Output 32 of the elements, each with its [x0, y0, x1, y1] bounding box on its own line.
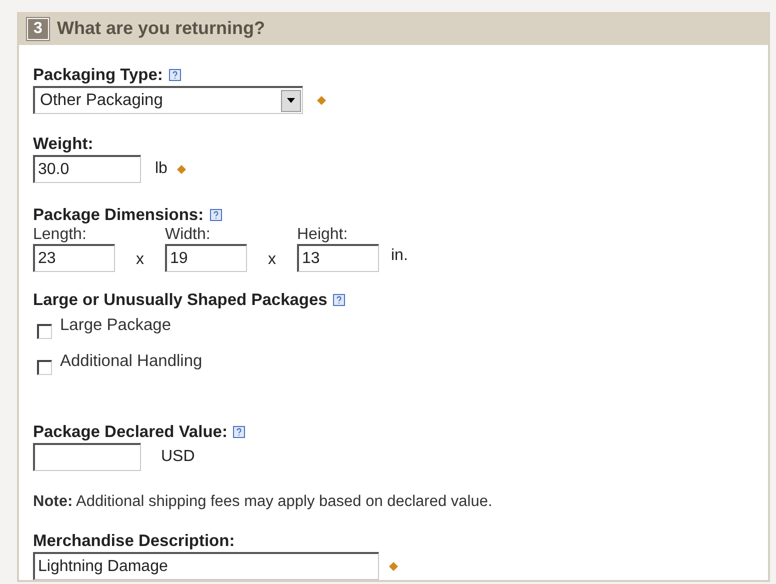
times-sign: x [135, 250, 145, 270]
help-icon[interactable] [233, 426, 246, 438]
help-icon[interactable] [333, 294, 346, 306]
step-number: 3 [27, 18, 49, 40]
checkbox-label[interactable]: Additional Handling [60, 352, 202, 371]
help-icon[interactable] [168, 69, 181, 81]
dimension-field[interactable]: 13 [297, 244, 379, 272]
times-sign: x [267, 250, 277, 270]
dimension-label: Width: [165, 226, 212, 244]
input-field[interactable] [33, 443, 141, 471]
field-label: Package Dimensions: [33, 205, 204, 225]
dimension-field[interactable]: 19 [165, 244, 247, 272]
note-text: Note: Additional shipping fees may apply based on declared value. [33, 493, 494, 511]
unit-label: USD [161, 448, 195, 466]
input-field[interactable]: 30.0 [33, 155, 141, 183]
checkbox-label[interactable]: Large Package [60, 316, 171, 335]
field-label: Package Declared Value: [33, 422, 228, 442]
section-title: What are you returning? [57, 18, 266, 39]
packaging-select[interactable]: Other Packaging [33, 86, 303, 114]
dimension-field[interactable]: 23 [33, 244, 115, 272]
checkbox[interactable] [37, 360, 52, 375]
field-label: Packaging Type: [33, 65, 163, 85]
input-field[interactable]: Lightning Damage [33, 552, 379, 580]
checkbox[interactable] [37, 324, 52, 339]
help-icon[interactable] [210, 209, 222, 221]
dimension-label: Length: [33, 226, 88, 244]
field-label: Merchandise Description: [33, 531, 235, 551]
dimension-label: Height: [297, 226, 349, 244]
field-label: Large or Unusually Shaped Packages [33, 290, 328, 310]
field-label: Weight: [33, 134, 94, 154]
unit-label: lb [155, 160, 168, 178]
unit-label: in. [391, 246, 408, 266]
